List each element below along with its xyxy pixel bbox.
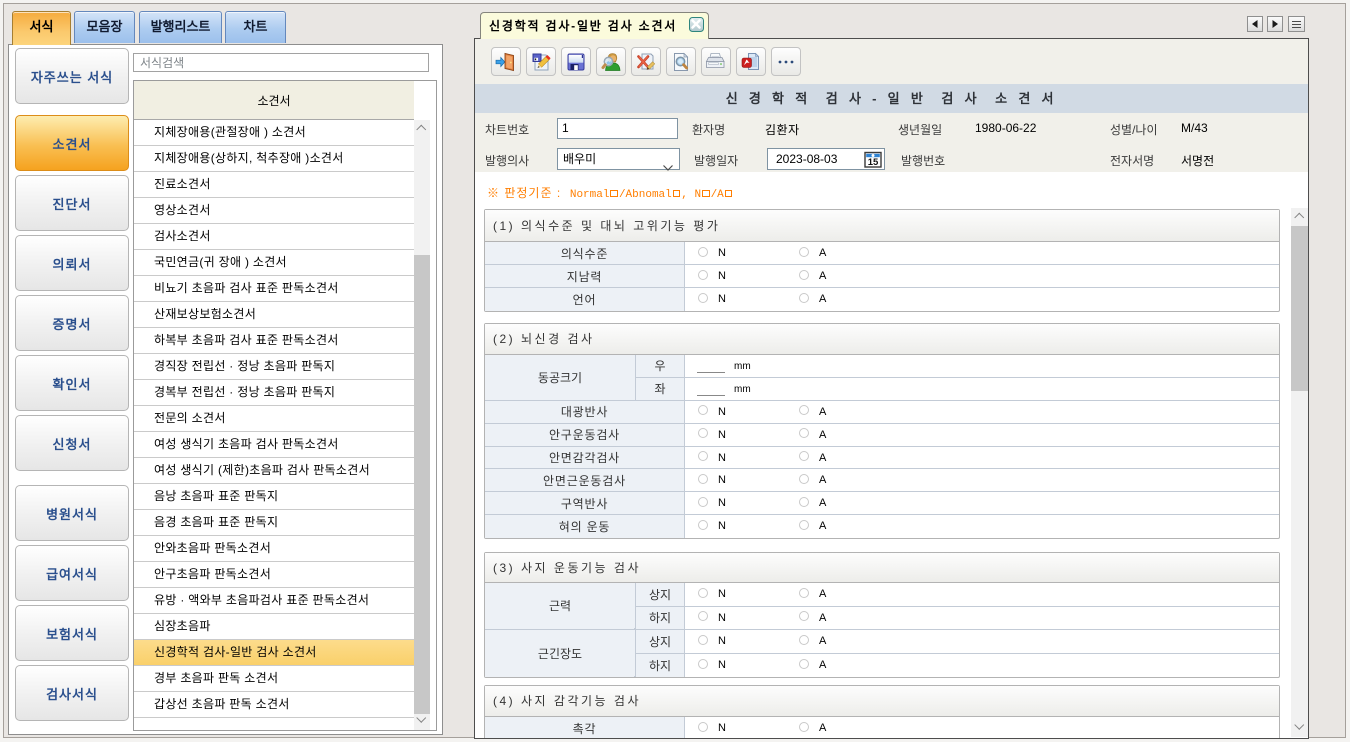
svg-text:15: 15 — [868, 157, 879, 168]
